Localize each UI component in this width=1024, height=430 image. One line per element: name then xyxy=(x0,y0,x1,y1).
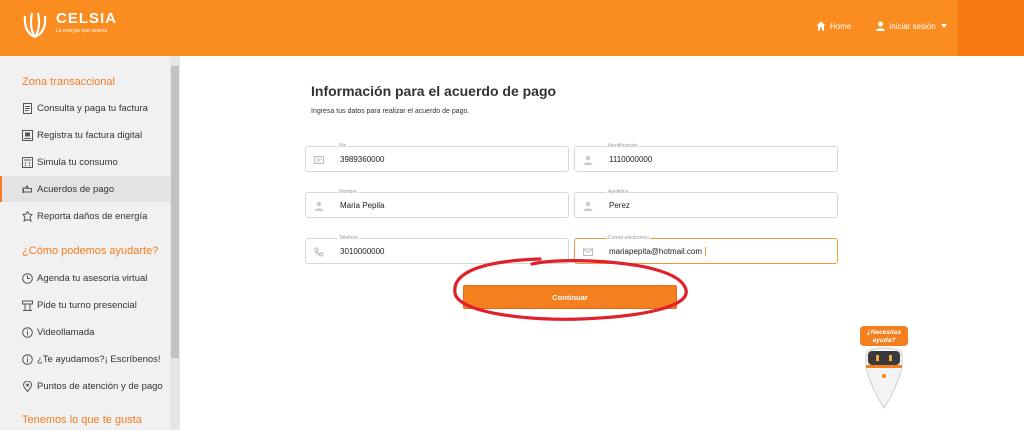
field-label: Nombre xyxy=(338,189,358,195)
nav-login-link[interactable]: Iniciar sesión xyxy=(876,21,947,31)
brand-name: CELSIA xyxy=(56,10,118,27)
sidebar-item-simula-consumo[interactable]: Simula tu consumo xyxy=(0,149,170,175)
home-icon xyxy=(816,21,826,31)
page-title: Información para el acuerdo de pago xyxy=(311,83,557,99)
field-label: Identificación xyxy=(607,143,639,149)
location-icon xyxy=(22,380,33,392)
alert-icon xyxy=(22,210,33,222)
sidebar-item-escribenos[interactable]: ¿Te ayudamos?¡ Escríbenos! xyxy=(0,346,170,372)
nic-field[interactable]: Nic 3989360000 xyxy=(305,143,569,172)
section-title-gusta: Tenemos lo que te gusta xyxy=(22,414,142,426)
sidebar-item-label: Videollamada xyxy=(37,326,95,338)
sidebar-item-acuerdos-pago[interactable]: Acuerdos de pago xyxy=(0,176,170,202)
field-value: 1110000000 xyxy=(609,155,653,164)
sidebar-item-label: Acuerdos de pago xyxy=(37,183,115,195)
brand-tagline: La energía que quieres xyxy=(56,28,108,34)
handshake-icon xyxy=(22,184,32,193)
nombre-field[interactable]: Nombre Maria Pepila xyxy=(305,189,569,218)
top-navbar xyxy=(0,0,1024,56)
field-value: 3989360000 xyxy=(340,155,385,164)
scrollbar-thumb[interactable] xyxy=(171,66,179,358)
chatbot-bubble-line1: ¿Necesitas xyxy=(867,329,902,336)
sidebar-item-label: Agenda tu asesoría virtual xyxy=(37,272,148,284)
field-value: 3010000000 xyxy=(340,247,385,256)
chevron-down-icon xyxy=(940,24,947,28)
phone-icon xyxy=(314,247,324,257)
sidebar-scrollbar[interactable] xyxy=(170,56,180,430)
sidebar: Zona transaccional Consulta y paga tu fa… xyxy=(0,56,180,430)
field-label: Teléfono xyxy=(338,235,359,241)
sidebar-item-label: Reporta daños de energía xyxy=(37,210,148,222)
sidebar-item-videollamada[interactable]: Videollamada xyxy=(0,319,170,345)
field-value: Maria Pepila xyxy=(340,201,385,210)
user-icon xyxy=(583,155,593,165)
ticket-icon xyxy=(22,300,33,311)
sidebar-item-turno-presencial[interactable]: Pide tu turno presencial xyxy=(0,292,170,318)
chatbot-bubble-line2: ayuda? xyxy=(873,337,896,344)
sidebar-item-factura-digital[interactable]: Registra tu factura digital xyxy=(0,122,170,148)
field-label: Correo electrónico xyxy=(607,235,650,241)
section-title-transaccional: Zona transaccional xyxy=(22,76,115,88)
identificacion-field[interactable]: Identificación 1110000000 xyxy=(574,143,838,172)
user-icon xyxy=(314,201,324,211)
red-circle-annotation xyxy=(453,257,688,321)
nav-login-label: Iniciar sesión xyxy=(889,21,936,31)
chatbot-assistant-icon[interactable]: ¿Necesitas ayuda? xyxy=(856,324,912,410)
sidebar-item-asesoria-virtual[interactable]: Agenda tu asesoría virtual xyxy=(0,265,170,291)
sidebar-item-label: Puntos de atención y de pago xyxy=(37,380,163,392)
digital-invoice-icon xyxy=(22,129,33,141)
user-icon xyxy=(876,21,885,31)
info-icon xyxy=(22,326,33,338)
text-cursor xyxy=(705,247,707,257)
sidebar-item-label: ¿Te ayudamos?¡ Escríbenos! xyxy=(37,353,161,365)
sidebar-item-reporta-danos[interactable]: Reporta daños de energía xyxy=(0,203,170,229)
page-subtitle: Ingresa tus datos para realizar el acuer… xyxy=(311,108,470,115)
sidebar-item-label: Registra tu factura digital xyxy=(37,129,143,141)
document-icon xyxy=(23,102,32,114)
user-icon xyxy=(583,201,593,211)
nav-home-link[interactable]: Home xyxy=(816,21,851,31)
sidebar-item-puntos-atencion[interactable]: Puntos de atención y de pago xyxy=(0,373,170,399)
field-value: Perez xyxy=(609,201,630,210)
celsia-logo[interactable]: CELSIA La energía que quieres xyxy=(22,10,117,38)
sidebar-item-consulta-factura[interactable]: Consulta y paga tu factura xyxy=(0,95,170,121)
calculator-icon xyxy=(22,156,33,168)
clock-icon xyxy=(22,272,33,284)
celsia-flame-icon xyxy=(23,12,47,38)
sidebar-item-label: Simula tu consumo xyxy=(37,156,118,168)
section-title-ayuda: ¿Cómo podemos ayudarte? xyxy=(22,245,159,257)
card-icon xyxy=(314,156,324,164)
sidebar-item-label: Pide tu turno presencial xyxy=(37,299,137,311)
nav-home-label: Home xyxy=(830,21,852,31)
field-label: Nic xyxy=(338,143,348,149)
info-icon xyxy=(22,353,33,365)
navbar-edge xyxy=(958,0,1024,56)
apellidos-field[interactable]: Apellidos Perez xyxy=(574,189,838,218)
field-label: Apellidos xyxy=(607,189,630,195)
sidebar-item-label: Consulta y paga tu factura xyxy=(37,102,148,114)
